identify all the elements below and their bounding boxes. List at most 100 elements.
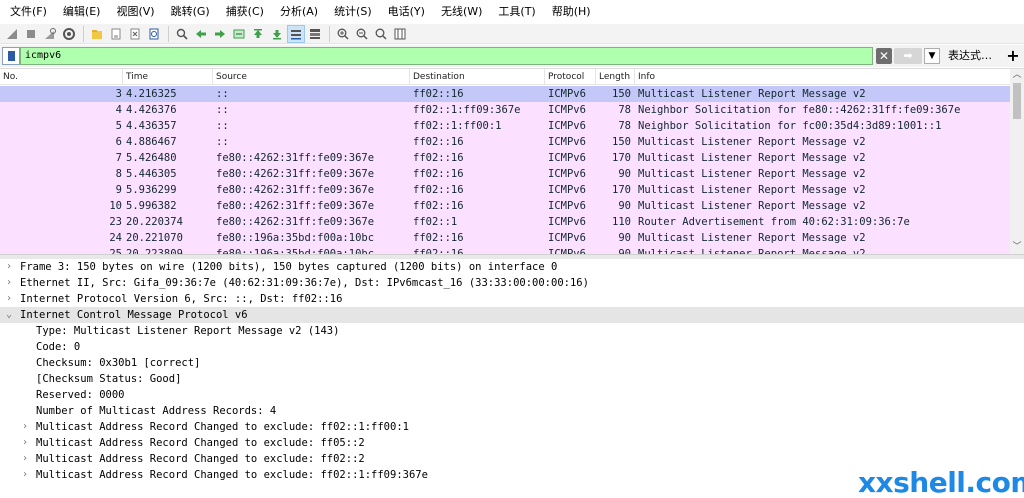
shark-fin-start-icon[interactable] [3,25,21,43]
tree-item-label: Multicast Address Record Changed to excl… [36,421,409,433]
table-row[interactable]: 3 4.216325:: ff02::16 ICMPv6 150 Multicast Li… [0,86,1010,102]
table-row[interactable]: 10 5.996382 fe80::4262:31ff:fe09:367e ff02:… [0,198,1010,214]
tree-item[interactable]: Checksum: 0x30b1 [correct] [0,355,1024,371]
table-row[interactable]: 25 20.223809 fe80::196a:35bd:f00a:10bc ff02… [0,246,1010,254]
zoom-out-icon[interactable] [353,25,371,43]
cell-dst: ff02::16 [413,152,464,164]
cell-info: Multicast Listener Report Message v2 [638,200,866,212]
cell-no: 3 [115,88,122,100]
watermark-text: xxshell.com [858,466,1024,498]
column-header-protocol[interactable]: Protocol [545,69,596,85]
tree-item[interactable]: › Ethernet II, Src: Gifa_09:36:7e (40:62:… [0,275,1024,291]
menu-help[interactable]: 帮助(H) [544,0,599,24]
zoom-normal-icon[interactable] [372,25,390,43]
chevron-right-icon[interactable]: › [6,259,16,275]
table-row[interactable]: 24 20.221070 fe80::196a:35bd:f00a:10bc ff02… [0,230,1010,246]
chevron-right-icon[interactable]: › [6,275,16,291]
stop-square-icon[interactable] [22,25,40,43]
tree-item[interactable]: › Multicast Address Record Changed to exc… [0,435,1024,451]
table-row[interactable]: 4 4.426376:: ff02::1:ff09:367e ICMPv6 78 Neig… [0,102,1010,118]
tree-item[interactable]: [Checksum Status: Good] [0,371,1024,387]
column-header-info[interactable]: Info [635,69,1010,85]
tree-item-label: Code: 0 [36,341,81,353]
tree-item[interactable]: › Internet Protocol Version 6, Src: ::, D… [0,291,1024,307]
column-header-destination[interactable]: Destination [410,69,545,85]
reload-file-icon[interactable] [145,25,163,43]
find-packet-icon[interactable] [173,25,191,43]
capture-options-gear-icon[interactable] [60,25,78,43]
add-filter-button[interactable]: + [1004,46,1022,66]
go-last-icon[interactable] [268,25,286,43]
column-header-no[interactable]: No. [0,69,123,85]
cell-len: 150 [612,88,631,100]
chevron-right-icon[interactable]: › [22,435,32,451]
tree-item[interactable]: Code: 0 [0,339,1024,355]
menu-telephony[interactable]: 电话(Y) [380,0,433,24]
close-file-icon[interactable] [126,25,144,43]
menu-tools[interactable]: 工具(T) [490,0,543,24]
chevron-right-icon[interactable]: › [6,291,16,307]
cell-dst: ff02::16 [413,168,464,180]
table-row[interactable]: 9 5.936299 fe80::4262:31ff:fe09:367e ff02::… [0,182,1010,198]
apply-filter-icon[interactable]: ➡ [894,48,922,64]
tree-item-label: Frame 3: 150 bytes on wire (1200 bits), … [20,261,558,273]
chevron-right-icon[interactable]: › [22,467,32,483]
table-row[interactable]: 6 4.886467:: ff02::16 ICMPv6 150 Multicast Li… [0,134,1010,150]
menu-view[interactable]: 视图(V) [108,0,162,24]
menu-go[interactable]: 跳转(G) [163,0,218,24]
column-header-source[interactable]: Source [213,69,410,85]
column-header-length[interactable]: Length [596,69,635,85]
tree-item[interactable]: Reserved: 0000 [0,387,1024,403]
packet-list-scrollbar[interactable]: ︿ ﹀ [1010,69,1024,254]
cell-no: 23 [109,216,122,228]
cell-time: 20.221070 [126,232,183,244]
display-filter-input[interactable]: icmpv6 [20,47,873,65]
cell-len: 78 [618,120,631,132]
menu-edit[interactable]: 编辑(E) [55,0,109,24]
menu-capture[interactable]: 捕获(C) [218,0,272,24]
tree-item-label: Type: Multicast Listener Report Message … [36,325,340,337]
tree-item[interactable]: › Multicast Address Record Changed to exc… [0,419,1024,435]
display-filter-bar: icmpv6 ✕ ➡ ▼ 表达式… + [0,45,1024,67]
scroll-down-icon[interactable]: ﹀ [1010,241,1024,253]
go-back-icon[interactable] [192,25,210,43]
cell-src: :: [216,104,229,116]
resize-columns-icon[interactable] [391,25,409,43]
tree-item[interactable]: Number of Multicast Address Records: 4 [0,403,1024,419]
menu-statistics[interactable]: 统计(S) [326,0,380,24]
save-file-icon[interactable] [107,25,125,43]
cell-time: 4.426376 [126,104,177,116]
colorize-icon[interactable] [306,25,324,43]
go-to-packet-icon[interactable] [230,25,248,43]
table-row[interactable]: 8 5.446305 fe80::4262:31ff:fe09:367e ff02::… [0,166,1010,182]
chevron-down-icon[interactable]: ⌄ [6,307,16,323]
expression-button[interactable]: 表达式… [948,48,992,64]
column-header-time[interactable]: Time [123,69,213,85]
cell-src: :: [216,136,229,148]
table-row[interactable]: 23 20.220374 fe80::4262:31ff:fe09:367e ff02… [0,214,1010,230]
cell-info: Neighbor Solicitation for fc00:35d4:3d89… [638,120,942,132]
table-row[interactable]: 7 5.426480 fe80::4262:31ff:fe09:367e ff02::… [0,150,1010,166]
cell-len: 78 [618,104,631,116]
go-forward-icon[interactable] [211,25,229,43]
scrollbar-thumb[interactable] [1013,83,1021,119]
tree-item[interactable]: › Frame 3: 150 bytes on wire (1200 bits),… [0,259,1024,275]
scroll-up-icon[interactable]: ︿ [1010,69,1024,81]
chevron-right-icon[interactable]: › [22,419,32,435]
tree-item[interactable]: ⌄ Internet Control Message Protocol v6 [0,307,1024,323]
bookmark-icon[interactable] [2,47,20,65]
chevron-down-icon[interactable]: ▼ [924,48,940,64]
menu-file[interactable]: 文件(F) [2,0,55,24]
auto-scroll-icon[interactable] [287,24,305,43]
tree-item[interactable]: Type: Multicast Listener Report Message … [0,323,1024,339]
table-row[interactable]: 5 4.436357:: ff02::1:ff00:1 ICMPv6 78 Neighbo… [0,118,1010,134]
zoom-in-icon[interactable] [334,25,352,43]
tree-item[interactable]: › Multicast Address Record Changed to exc… [0,451,1024,467]
menu-analyze[interactable]: 分析(A) [272,0,326,24]
go-first-icon[interactable] [249,25,267,43]
restart-fin-icon[interactable] [41,25,59,43]
open-folder-icon[interactable] [88,25,106,43]
menu-wireless[interactable]: 无线(W) [433,0,490,24]
chevron-right-icon[interactable]: › [22,451,32,467]
clear-filter-icon[interactable]: ✕ [876,48,892,64]
